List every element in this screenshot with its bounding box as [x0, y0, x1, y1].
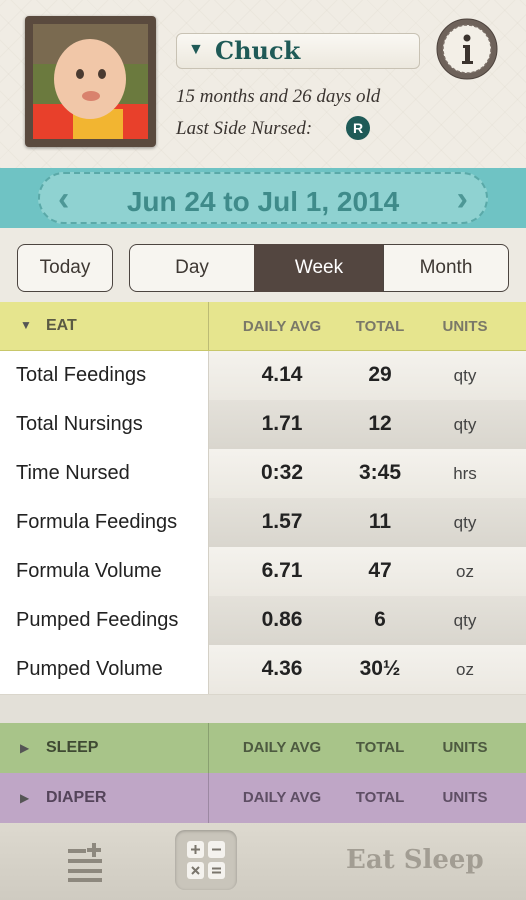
row-values: 0:32 3:45 hrs: [209, 449, 526, 498]
add-entry-list-icon[interactable]: [66, 843, 106, 883]
collapsed-triangle-icon: ▶: [20, 741, 30, 755]
info-icon: [436, 18, 498, 80]
diaper-section-header[interactable]: ▶ DIAPER DAILY AVG TOTAL UNITS: [0, 773, 526, 823]
row-values: 1.71 12 qty: [209, 400, 526, 449]
row-label-cell: Pumped Feedings: [0, 596, 209, 645]
table-row[interactable]: Formula Volume 6.71 47 oz: [0, 547, 526, 597]
calculator-icon: [187, 841, 225, 879]
daily-avg-value: 1.71: [261, 412, 303, 435]
daily-avg-value: 6.71: [261, 559, 303, 582]
expanded-triangle-icon: ▼: [20, 318, 32, 332]
unit-value: qty: [453, 366, 477, 385]
table-row[interactable]: Time Nursed 0:32 3:45 hrs: [0, 449, 526, 499]
today-button[interactable]: Today: [17, 244, 113, 292]
row-label: Pumped Volume: [16, 658, 163, 680]
row-label-cell: Total Feedings: [0, 351, 209, 400]
daily-avg-value: 1.57: [261, 510, 303, 533]
dropdown-triangle-icon: ▼: [188, 41, 204, 58]
week-segment[interactable]: Week: [254, 244, 384, 292]
unit-value: hrs: [453, 464, 477, 483]
sleep-section-title: SLEEP: [46, 739, 99, 756]
units-header: UNITS: [442, 739, 488, 756]
unit-value: qty: [453, 415, 477, 434]
row-label-cell: Formula Feedings: [0, 498, 209, 547]
table-row[interactable]: Total Nursings 1.71 12 qty: [0, 400, 526, 450]
row-label: Pumped Feedings: [16, 609, 179, 631]
row-label: Time Nursed: [16, 462, 130, 484]
unit-value: qty: [453, 611, 477, 630]
sleep-section-label: ▶ SLEEP: [0, 723, 209, 773]
day-segment[interactable]: Day: [129, 244, 255, 292]
row-label-cell: Pumped Volume: [0, 645, 209, 694]
next-week-arrow-icon[interactable]: ›: [457, 180, 468, 219]
row-values: 4.36 30½ oz: [209, 645, 526, 694]
unit-value: oz: [456, 562, 474, 581]
section-spacer: [0, 695, 526, 723]
range-selector: Today Day Week Month: [0, 228, 526, 302]
units-header: UNITS: [442, 789, 488, 806]
child-age: 15 months and 26 days old: [176, 86, 381, 107]
row-values: 6.71 47 oz: [209, 547, 526, 596]
unit-value: oz: [456, 660, 474, 679]
child-selector[interactable]: ▼ Chuck: [176, 33, 420, 69]
total-header: TOTAL: [355, 739, 405, 756]
total-value: 47: [368, 559, 392, 582]
row-values: 0.86 6 qty: [209, 596, 526, 645]
last-side-label: Last Side Nursed:: [176, 118, 313, 139]
row-values: 1.57 11 qty: [209, 498, 526, 547]
eat-section-label: ▼ EAT: [0, 302, 209, 350]
eat-section-title: EAT: [46, 317, 77, 334]
row-values: 4.14 29 qty: [209, 351, 526, 400]
month-segment[interactable]: Month: [383, 244, 509, 292]
summary-calculator-button[interactable]: [175, 830, 237, 890]
total-value: 3:45: [358, 461, 402, 484]
row-label: Total Feedings: [16, 364, 147, 386]
total-value: 6: [374, 608, 386, 631]
row-label: Formula Volume: [16, 560, 162, 582]
bottom-toolbar: Eat Sleep: [0, 823, 526, 900]
date-range-bar: ‹ Jun 24 to Jul 1, 2014 ›: [0, 168, 526, 228]
daily-avg-value: 4.14: [261, 363, 303, 386]
daily-avg-value: 0:32: [260, 461, 304, 484]
child-photo: [33, 24, 148, 139]
table-row[interactable]: Pumped Volume 4.36 30½ oz: [0, 645, 526, 695]
table-row[interactable]: Formula Feedings 1.57 11 qty: [0, 498, 526, 548]
date-range-text[interactable]: Jun 24 to Jul 1, 2014: [40, 186, 486, 218]
total-value: 12: [368, 412, 392, 435]
row-label: Total Nursings: [16, 413, 143, 435]
collapsed-triangle-icon: ▶: [20, 791, 30, 805]
row-label-cell: Time Nursed: [0, 449, 209, 498]
app-brand-logo: Eat Sleep: [346, 845, 484, 875]
row-label-cell: Total Nursings: [0, 400, 209, 449]
table-row[interactable]: Pumped Feedings 0.86 6 qty: [0, 596, 526, 646]
total-value: 29: [368, 363, 392, 386]
daily-avg-value: 0.86: [261, 608, 303, 631]
child-name: Chuck: [215, 36, 301, 65]
total-value: 30½: [359, 657, 401, 680]
units-header: UNITS: [442, 318, 488, 335]
total-header: TOTAL: [355, 318, 405, 335]
unit-value: qty: [453, 513, 477, 532]
row-label-cell: Formula Volume: [0, 547, 209, 596]
daily-avg-header: DAILY AVG: [242, 318, 322, 335]
table-row[interactable]: Total Feedings 4.14 29 qty: [0, 351, 526, 401]
daily-avg-value: 4.36: [261, 657, 303, 680]
daily-avg-header: DAILY AVG: [242, 789, 322, 806]
profile-header: ▼ Chuck 15 months and 26 days old Last S…: [0, 0, 526, 168]
total-value: 11: [368, 510, 392, 533]
child-photo-frame[interactable]: [25, 16, 156, 147]
daily-avg-header: DAILY AVG: [242, 739, 322, 756]
diaper-section-label: ▶ DIAPER: [0, 773, 209, 823]
eat-section-header[interactable]: ▼ EAT DAILY AVG TOTAL UNITS: [0, 302, 526, 351]
total-header: TOTAL: [355, 789, 405, 806]
date-range-pill: ‹ Jun 24 to Jul 1, 2014 ›: [38, 172, 488, 224]
diaper-section-title: DIAPER: [46, 789, 107, 806]
last-side-badge: R: [346, 116, 370, 140]
info-button[interactable]: [436, 18, 498, 80]
row-label: Formula Feedings: [16, 511, 178, 533]
sleep-section-header[interactable]: ▶ SLEEP DAILY AVG TOTAL UNITS: [0, 723, 526, 773]
